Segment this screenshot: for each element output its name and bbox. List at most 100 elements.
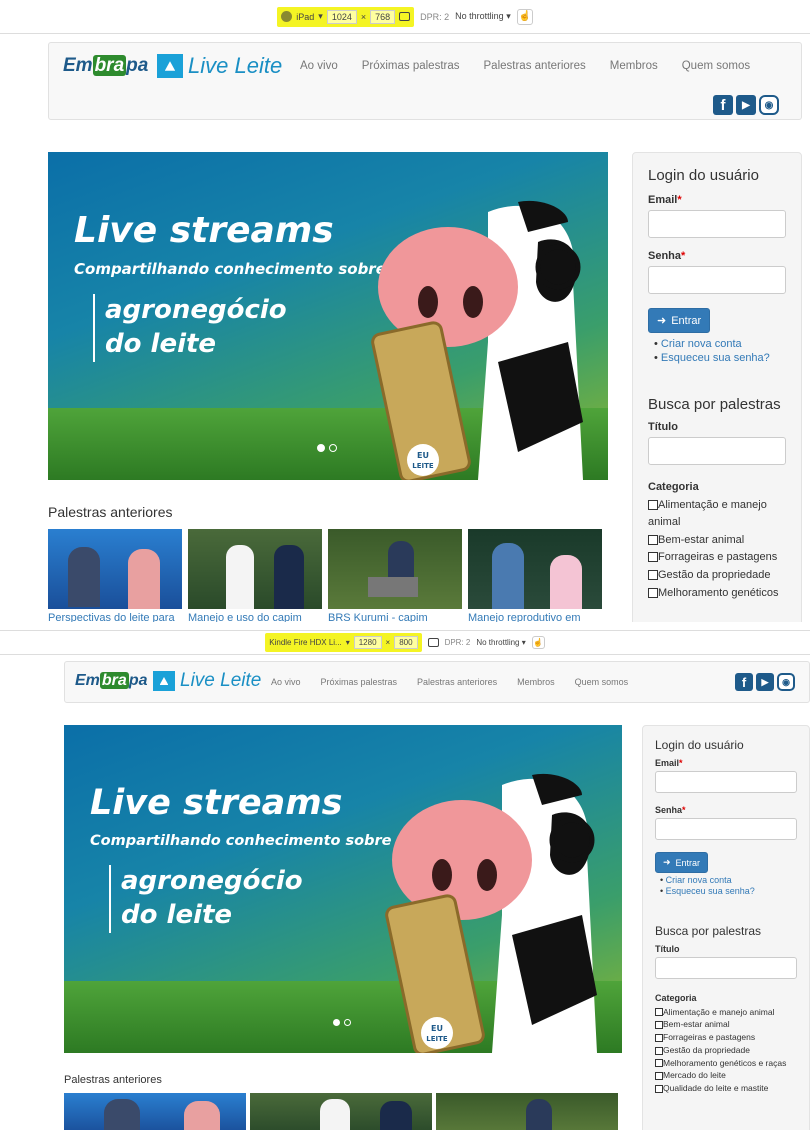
category-item[interactable]: Gestão da propriedade [648, 567, 786, 585]
talk-thumbnail-3[interactable] [328, 529, 462, 609]
embrapa-logo[interactable]: Em bra pa [75, 672, 147, 690]
hero-banner[interactable]: Live streams Compartilhando conhecimento… [48, 152, 608, 480]
devtools-toolbar: Kindle Fire HDX Li... ▾ 1280 × 800 DPR: … [0, 631, 810, 655]
hero-banner[interactable]: Live streams Compartilhando conhecimento… [64, 725, 622, 1053]
dpr-select[interactable]: DPR: 2 [420, 12, 449, 22]
embrapa-logo[interactable]: Em bra pa [63, 55, 148, 77]
talk-caption-1[interactable]: Perspectivas do leite para [48, 612, 182, 622]
nav-quem-somos[interactable]: Quem somos [575, 677, 629, 687]
nav-membros[interactable]: Membros [517, 677, 555, 687]
throttling-select[interactable]: No throttling ▾ [476, 638, 525, 647]
rotate-icon[interactable] [399, 12, 411, 21]
carousel-dot-2[interactable] [344, 1019, 351, 1026]
talk-caption-2[interactable]: Manejo e uso do capim [188, 612, 322, 622]
sidebar: Login do usuário Email* Senha* ➜Entrar C… [642, 725, 810, 1130]
carousel-indicators [317, 444, 337, 452]
category-item[interactable]: Gestão da propriedade [655, 1044, 797, 1057]
account-links: Criar nova conta Esqueceu sua senha? [660, 875, 797, 898]
width-input[interactable]: 1024 [326, 9, 357, 24]
banner-title: Live streams [74, 210, 334, 251]
live-leite-logo[interactable]: Live Leite [153, 670, 261, 692]
nav-anteriores[interactable]: Palestras anteriores [417, 677, 497, 687]
live-leite-logo[interactable]: Live Leite [157, 53, 282, 79]
carousel-indicators [333, 1019, 351, 1026]
login-title: Login do usuário [648, 167, 759, 184]
youtube-icon[interactable]: ▶ [736, 95, 756, 115]
talk-caption-3[interactable]: BRS Kurumi - capim [328, 612, 462, 622]
dpr-select[interactable]: DPR: 2 [445, 638, 471, 647]
nav-proximas[interactable]: Próximas palestras [362, 60, 460, 72]
nav-ao-vivo[interactable]: Ao vivo [271, 677, 301, 687]
nav-membros[interactable]: Membros [610, 60, 658, 72]
login-button[interactable]: ➜ Entrar [648, 308, 711, 333]
category-item[interactable]: Alimentação e manejo animal [655, 1006, 797, 1019]
social-links: f ▶ ◉ [735, 673, 795, 691]
instagram-icon[interactable]: ◉ [777, 673, 795, 691]
carousel-dot-2[interactable] [329, 444, 337, 452]
talk-thumbnail-1[interactable] [48, 529, 182, 609]
throttling-select[interactable]: No throttling ▾ [455, 11, 511, 22]
youtube-icon[interactable]: ▶ [756, 673, 774, 691]
nav-proximas[interactable]: Próximas palestras [321, 677, 398, 687]
badge-line2: LEITE [412, 462, 434, 470]
nav-ao-vivo[interactable]: Ao vivo [300, 60, 338, 72]
screenshot-ipad: iPad ▾ 1024 × 768 DPR: 2 No throttling ▾… [0, 0, 810, 622]
forgot-password-link[interactable]: Esqueceu sua senha? [654, 351, 786, 365]
password-label: Senha* [648, 250, 686, 262]
width-input[interactable]: 1280 [353, 636, 382, 649]
touch-icon[interactable]: ☝ [516, 8, 533, 25]
category-item[interactable]: Bem-estar animal [655, 1018, 797, 1031]
nav-quem-somos[interactable]: Quem somos [682, 60, 750, 72]
category-item[interactable]: Bem-estar animal [648, 532, 786, 550]
create-account-link[interactable]: Criar nova conta [660, 875, 797, 886]
nav-anteriores[interactable]: Palestras anteriores [484, 60, 586, 72]
category-list: Alimentação e manejo animal Bem-estar an… [655, 1006, 797, 1095]
email-field[interactable] [648, 210, 786, 238]
category-item[interactable]: Mercado do leite [655, 1069, 797, 1082]
category-item[interactable]: Qualidade do leite e mastite [655, 1082, 797, 1095]
category-item[interactable]: Forrageiras e pastagens [648, 549, 786, 567]
title-search-field[interactable] [648, 436, 786, 465]
badge-line1: EU [431, 1024, 443, 1033]
email-field[interactable] [655, 771, 797, 793]
touch-icon[interactable]: ☝ [531, 636, 545, 649]
banner-subtitle: Compartilhando conhecimento sobre o [90, 833, 407, 849]
height-input[interactable]: 768 [370, 9, 396, 24]
password-field[interactable] [655, 818, 797, 840]
nav-links: Ao vivo Próximas palestras Palestras ant… [300, 60, 750, 72]
facebook-icon[interactable]: f [735, 673, 753, 691]
category-label: Categoria [648, 480, 699, 493]
height-input[interactable]: 800 [394, 636, 418, 649]
banner-topic: agronegócio do leite [109, 865, 303, 933]
device-selector[interactable]: iPad ▾ 1024 × 768 [277, 6, 415, 27]
talk-thumbnail-2[interactable] [188, 529, 322, 609]
sidebar: Login do usuário Email* Senha* ➜Entrar C… [632, 152, 802, 622]
category-item[interactable]: Alimentação e manejo animal [648, 497, 786, 532]
social-links: f ▶ ◉ [713, 95, 779, 115]
rotate-icon[interactable] [427, 638, 439, 647]
cow-mascot-illustration: EU LEITE [385, 773, 597, 1053]
talk-thumbnail-1[interactable] [64, 1093, 246, 1130]
talk-thumbnail-4[interactable] [468, 529, 602, 609]
navbar: Em bra pa Live Leite Ao vivo Próximas pale… [64, 661, 810, 703]
login-button[interactable]: ➜ Entrar [655, 852, 709, 873]
live-leite-mark-icon [153, 671, 175, 691]
category-item[interactable]: Melhoramento genéticos [648, 585, 786, 603]
password-field[interactable] [648, 266, 786, 294]
category-item[interactable]: Melhoramento genéticos e raças [655, 1057, 797, 1070]
previous-talks-title: Palestras anteriores [64, 1074, 162, 1086]
instagram-icon[interactable]: ◉ [759, 95, 779, 115]
title-search-field[interactable] [655, 956, 797, 979]
carousel-dot-1[interactable] [333, 1019, 340, 1026]
talk-thumbnail-3[interactable] [436, 1093, 618, 1130]
create-account-link[interactable]: Criar nova conta [654, 337, 786, 351]
talk-caption-4[interactable]: Manejo reprodutivo em [468, 612, 602, 622]
carousel-dot-1[interactable] [317, 444, 325, 452]
facebook-icon[interactable]: f [713, 95, 733, 115]
forgot-password-link[interactable]: Esqueceu sua senha? [660, 886, 797, 897]
category-item[interactable]: Forrageiras e pastagens [655, 1031, 797, 1044]
device-selector[interactable]: Kindle Fire HDX Li... ▾ 1280 × 800 [265, 633, 422, 652]
badge-line1: EU [417, 451, 429, 460]
talk-thumbnail-2[interactable] [250, 1093, 432, 1130]
email-label: Email* [655, 758, 683, 768]
